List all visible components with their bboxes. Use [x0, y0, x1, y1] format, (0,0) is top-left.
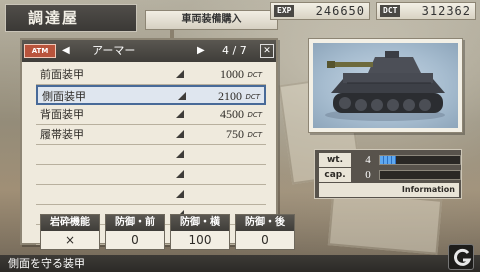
- category-name: アーマー: [92, 44, 136, 57]
- capacity-value: 0: [365, 169, 371, 181]
- attribute-defense-front: 防御・前 0: [105, 214, 165, 250]
- item-name: 前面装甲: [40, 68, 84, 81]
- attribute-label: 防御・横: [171, 215, 229, 231]
- vehicle-image-frame: [308, 38, 463, 133]
- exp-value: 246650: [315, 4, 365, 18]
- attribute-value: ×: [64, 233, 76, 247]
- weight-bar-fill: [380, 156, 396, 164]
- close-icon[interactable]: ✕: [260, 44, 274, 58]
- weight-label: wt.: [319, 153, 351, 167]
- item-price: 2100: [218, 89, 242, 103]
- page-title: 調達屋: [5, 4, 137, 32]
- item-price: 1000: [220, 67, 244, 81]
- background-card: [327, 190, 443, 255]
- item-price: 4500: [220, 107, 244, 121]
- corner-mark-icon: [176, 150, 184, 158]
- item-unit: DCT: [247, 71, 262, 79]
- information-bar[interactable]: Information: [319, 183, 459, 197]
- category-badge: ATM: [24, 44, 56, 58]
- dct-box: DCT 312362: [376, 2, 476, 20]
- attribute-value: 100: [188, 233, 212, 247]
- prev-category-icon[interactable]: ◀: [62, 44, 70, 58]
- attribute-rock-crush: 岩砕機能 ×: [40, 214, 100, 250]
- corner-mark-icon: [176, 170, 184, 178]
- item-description: 側面を守る装甲: [8, 257, 85, 270]
- capacity-bar: [379, 170, 461, 180]
- next-category-icon[interactable]: ▶: [197, 44, 205, 58]
- description-bar: 側面を守る装甲: [0, 255, 480, 272]
- item-name: 履帯装甲: [40, 128, 84, 141]
- vehicle-image: [313, 43, 458, 128]
- attribute-label: 防御・前: [106, 215, 164, 231]
- list-item-empty: [36, 145, 266, 165]
- attribute-label: 防御・後: [236, 215, 294, 231]
- dct-label: DCT: [380, 5, 401, 17]
- item-name: 側面装甲: [42, 90, 86, 103]
- tank-icon: [325, 51, 445, 121]
- list-item-empty: [36, 165, 266, 185]
- attribute-label: 岩砕機能: [41, 215, 99, 231]
- vehicle-stats-panel: wt. 4 cap. 0 Information: [314, 149, 462, 199]
- list-item[interactable]: 履帯装甲 750 DCT: [36, 125, 266, 145]
- corner-mark-icon: [178, 92, 186, 100]
- item-name: 背面装甲: [40, 108, 84, 121]
- corner-mark-icon: [176, 110, 184, 118]
- item-unit: DCT: [245, 93, 260, 101]
- corner-mark-icon: [176, 130, 184, 138]
- attribute-defense-rear: 防御・後 0: [235, 214, 295, 250]
- list-item-selected[interactable]: 側面装甲 2100 DCT: [36, 85, 266, 105]
- list-header: ATM ◀ アーマー ▶ 4 / 7 ✕: [22, 40, 276, 62]
- page-indicator: 4 / 7: [222, 44, 247, 57]
- item-unit: DCT: [247, 111, 262, 119]
- site-logo-icon: [448, 244, 474, 270]
- information-label: Information: [401, 185, 455, 194]
- list-item[interactable]: 前面装甲 1000 DCT: [36, 65, 266, 85]
- weight-value: 4: [365, 154, 371, 166]
- corner-mark-icon: [176, 190, 184, 198]
- item-unit: DCT: [247, 131, 262, 139]
- attribute-value: 0: [261, 233, 269, 247]
- logo-mark-icon: [454, 248, 472, 266]
- capacity-label: cap.: [319, 168, 351, 182]
- corner-mark-icon: [176, 70, 184, 78]
- weight-bar: [379, 155, 461, 165]
- exp-label: EXP: [274, 5, 295, 17]
- list-item-empty: [36, 185, 266, 205]
- attribute-defense-side: 防御・横 100: [170, 214, 230, 250]
- item-price: 750: [226, 127, 244, 141]
- exp-box: EXP 246650: [270, 2, 370, 20]
- dct-value: 312362: [421, 4, 471, 18]
- attribute-value: 0: [131, 233, 139, 247]
- vehicle-equipment-tab[interactable]: 車両装備購入: [145, 10, 278, 30]
- list-item[interactable]: 背面装甲 4500 DCT: [36, 105, 266, 125]
